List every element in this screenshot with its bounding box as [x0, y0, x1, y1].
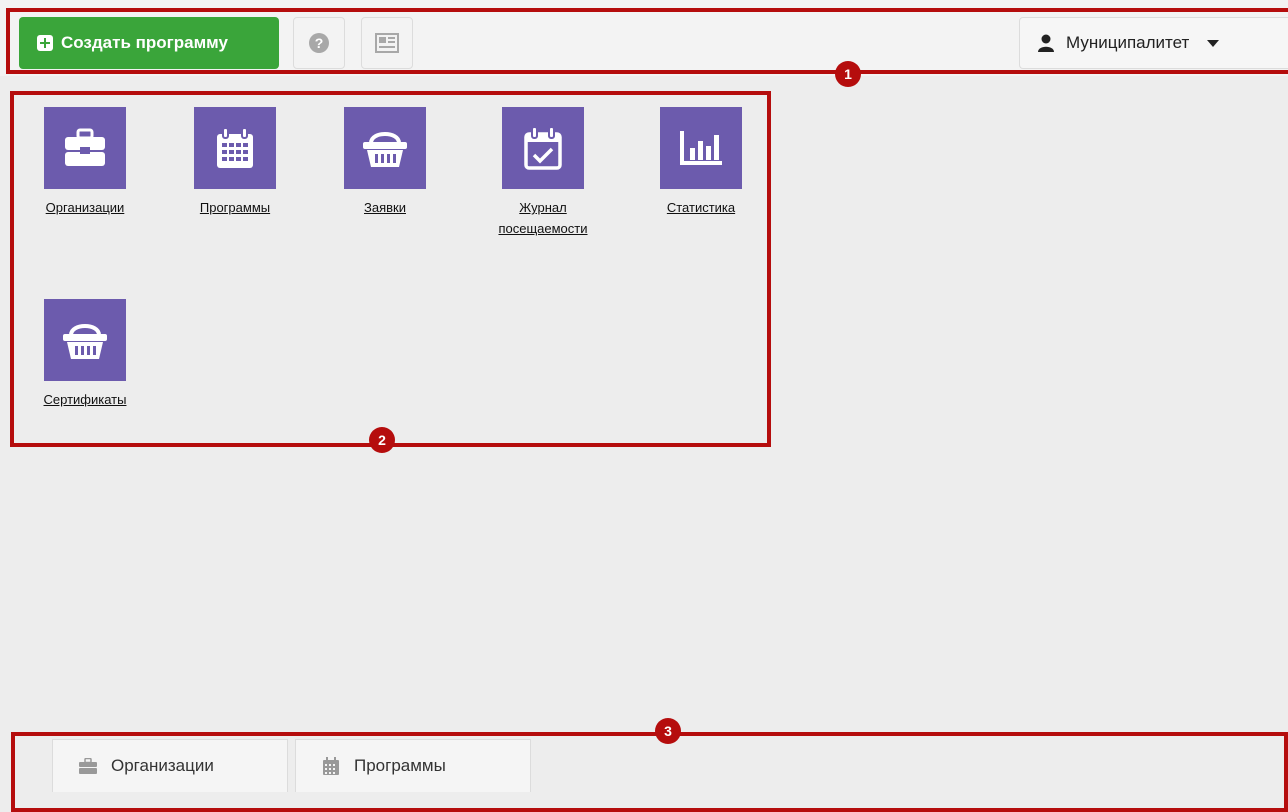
annotation-badge: 2: [369, 427, 395, 453]
annotation-badge: 1: [835, 61, 861, 87]
annotation-frame-tabs: [11, 732, 1288, 812]
annotation-badge: 3: [655, 718, 681, 744]
annotation-frame-toolbar: [6, 8, 1288, 74]
annotation-frame-tiles: [10, 91, 771, 447]
